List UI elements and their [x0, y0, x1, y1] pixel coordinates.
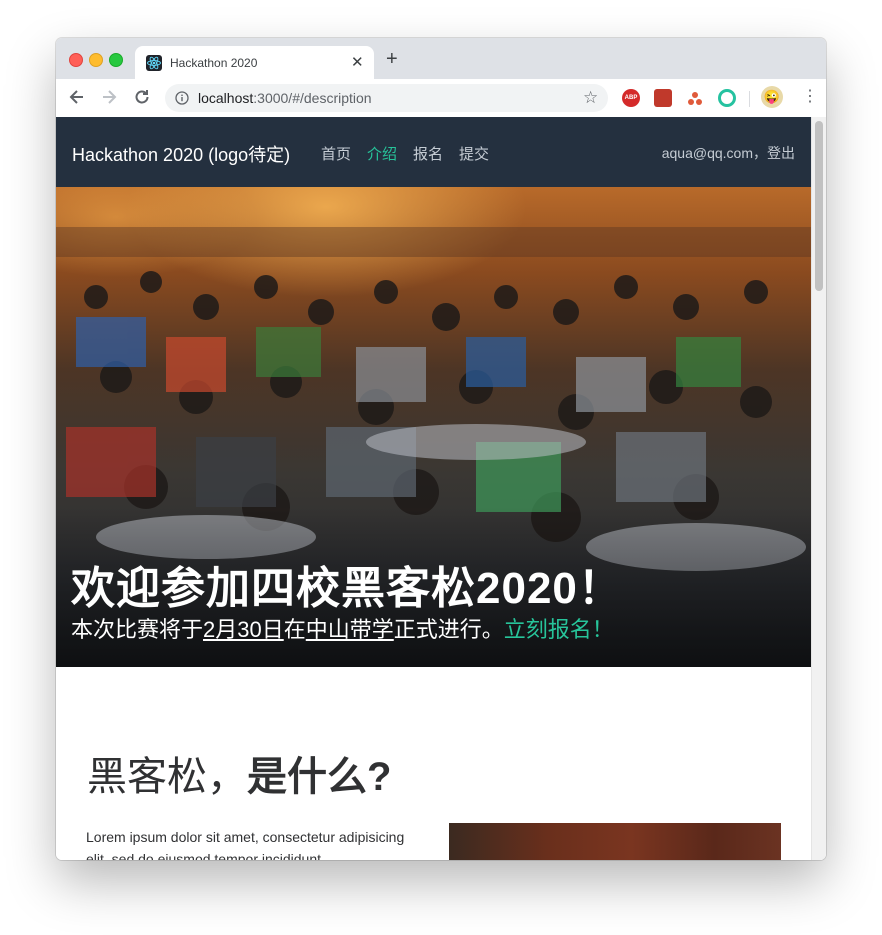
nav-link-home[interactable]: 首页 [321, 143, 351, 164]
section-title: 黑客松，是什么? [87, 744, 391, 802]
browser-toolbar: localhost:3000/#/description ☆ ABP 😜 ⋮ [56, 79, 826, 118]
section-title-light: 黑客松， [87, 755, 247, 799]
hero-heading: 欢迎参加四校黑客松2020！ [71, 564, 623, 613]
scrollbar-thumb[interactable] [815, 121, 823, 291]
event-date: 2月30日 [203, 617, 284, 642]
tab-close-icon[interactable]: ✕ [351, 53, 364, 71]
venue-photo [449, 823, 781, 860]
extension-red-icon[interactable] [654, 89, 672, 107]
new-tab-button[interactable]: + [386, 49, 398, 69]
user-area: aqua@qq.com，登出 [662, 143, 795, 163]
site-brand[interactable]: Hackathon 2020 (logo待定) [72, 141, 290, 167]
site-navbar: Hackathon 2020 (logo待定) 首页 介绍 报名 提交 aqua… [56, 117, 811, 187]
tab-strip: Hackathon 2020 ✕ + [56, 38, 826, 80]
logout-link[interactable]: 登出 [767, 145, 795, 161]
hero-sub-mid: 在 [283, 617, 306, 642]
url-path: :3000/#/description [253, 90, 372, 106]
bookmark-star-icon[interactable]: ☆ [583, 88, 598, 108]
nav-link-intro[interactable]: 介绍 [367, 143, 397, 164]
browser-tab[interactable]: Hackathon 2020 ✕ [135, 46, 374, 80]
hero-sub-prefix: 本次比赛将于 [71, 617, 204, 642]
close-window-button[interactable] [69, 53, 83, 67]
description-paragraph: Lorem ipsum dolor sit amet, consectetur … [86, 829, 405, 860]
site-info-icon[interactable] [175, 91, 189, 110]
adblock-extension-icon[interactable]: ABP [622, 89, 640, 107]
tab-title: Hackathon 2020 [170, 56, 258, 70]
user-email[interactable]: aqua@qq.com [662, 145, 753, 161]
register-now-link[interactable]: 立刻报名！ [504, 617, 614, 642]
event-location: 中山带学 [305, 617, 394, 642]
nav-link-submit[interactable]: 提交 [459, 143, 489, 164]
page-viewport: Hackathon 2020 (logo待定) 首页 介绍 报名 提交 aqua… [56, 117, 826, 860]
browser-menu-icon[interactable]: ⋮ [802, 87, 818, 107]
page-scrollbar[interactable] [811, 117, 826, 860]
nav-link-register[interactable]: 报名 [413, 143, 443, 164]
reload-icon[interactable] [132, 87, 152, 107]
back-arrow-icon[interactable] [67, 87, 87, 107]
react-favicon-icon [146, 55, 162, 71]
hero-banner: 欢迎参加四校黑客松2020！ 本次比赛将于2月30日在中山带学正式进行。立刻报名… [56, 187, 811, 667]
forward-arrow-icon[interactable] [99, 87, 119, 107]
browser-window: Hackathon 2020 ✕ + localhost:3000/#/desc… [56, 38, 826, 860]
section-title-bold: 是什么? [247, 755, 392, 799]
profile-avatar[interactable]: 😜 [761, 86, 783, 108]
url-host: localhost [198, 90, 254, 106]
toolbar-divider [749, 91, 750, 107]
address-bar[interactable]: localhost:3000/#/description ☆ [165, 84, 608, 112]
extension-ring-icon[interactable] [718, 89, 736, 107]
url-text: localhost:3000/#/description [198, 90, 372, 106]
hero-subtitle: 本次比赛将于2月30日在中山带学正式进行。立刻报名！ [71, 612, 614, 644]
maximize-window-button[interactable] [109, 53, 123, 67]
extension-share-icon[interactable] [686, 89, 704, 107]
user-separator: ， [753, 145, 767, 161]
minimize-window-button[interactable] [89, 53, 103, 67]
hero-sub-suffix: 正式进行。 [393, 617, 504, 642]
